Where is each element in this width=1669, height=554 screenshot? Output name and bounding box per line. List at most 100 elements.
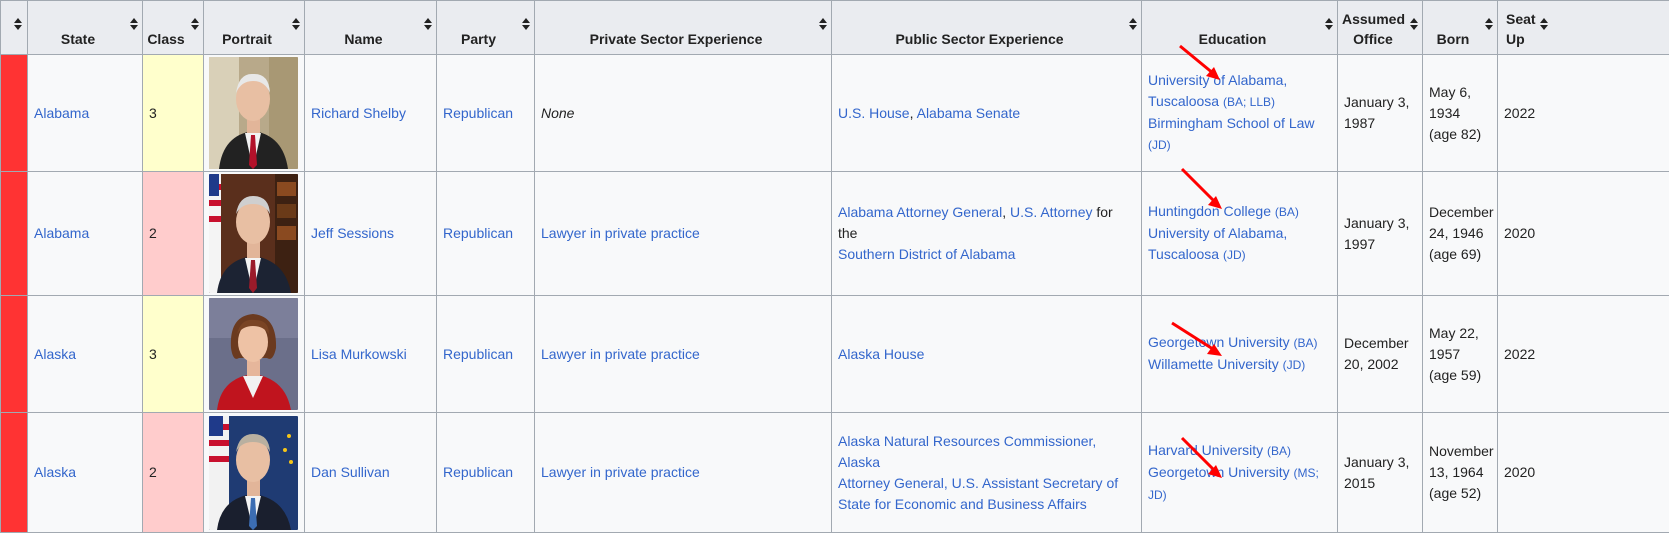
degree-link[interactable]: (JD) <box>1223 248 1246 262</box>
class-cell: 3 <box>142 295 204 413</box>
education-link[interactable]: Willamette University <box>1148 356 1279 372</box>
table-row: Alaska 3 Lisa Murkowski Republican Lawye… <box>0 295 1669 413</box>
born-cell: December 24, 1946 (age 69) <box>1422 171 1498 296</box>
sort-icon[interactable] <box>1485 18 1493 30</box>
assumed-office-text: December <box>1344 335 1409 351</box>
senator-name-link[interactable]: Dan Sullivan <box>311 464 390 480</box>
header-seat-label-1: Seat <box>1506 11 1536 27</box>
senator-name-link[interactable]: Richard Shelby <box>311 105 406 121</box>
header-education[interactable]: Education <box>1141 0 1338 55</box>
party-link[interactable]: Republican <box>443 105 513 121</box>
degree-link[interactable]: (BA) <box>1267 444 1291 458</box>
private-experience-link[interactable]: Lawyer in private practice <box>541 464 700 480</box>
degree-link[interactable]: (JD) <box>1148 138 1171 152</box>
class-cell: 3 <box>142 54 204 172</box>
header-born[interactable]: Born <box>1422 0 1498 55</box>
private-cell: Lawyer in private practice <box>534 171 832 296</box>
table-row: Alabama 2 Jeff Sessions Republican Lawye… <box>0 171 1669 296</box>
education-link[interactable]: University of Alabama, <box>1148 72 1287 88</box>
state-link[interactable]: Alabama <box>34 225 89 241</box>
header-state-label: State <box>60 31 96 47</box>
header-state[interactable]: State <box>27 0 143 55</box>
sort-icon[interactable] <box>292 18 300 30</box>
education-link[interactable]: Tuscaloosa <box>1148 93 1219 109</box>
sort-icon[interactable] <box>1540 18 1548 30</box>
born-cell: November 13, 1964 (age 52) <box>1422 412 1498 533</box>
sort-icon[interactable] <box>1129 18 1137 30</box>
education-link[interactable]: Tuscaloosa <box>1148 246 1219 262</box>
class-cell: 2 <box>142 412 204 533</box>
degree-link[interactable]: (BA) <box>1275 205 1299 219</box>
state-link[interactable]: Alaska <box>34 464 76 480</box>
public-link[interactable]: Alaska Natural Resources Commissioner, A… <box>838 433 1096 470</box>
header-class-label: Class <box>147 31 185 47</box>
education-link[interactable]: University of Alabama, <box>1148 225 1287 241</box>
born-text: November <box>1429 443 1494 459</box>
public-cell: Alaska Natural Resources Commissioner, A… <box>831 412 1142 533</box>
table-row: Alabama 3 Richard Shelby Republican None… <box>0 54 1669 172</box>
header-public[interactable]: Public Sector Experience <box>831 0 1142 55</box>
degree-link[interactable]: (BA) <box>1294 336 1318 350</box>
education-link[interactable]: Georgetown University <box>1148 464 1290 480</box>
education-link[interactable]: Georgetown University <box>1148 334 1290 350</box>
header-color[interactable] <box>0 0 28 55</box>
sort-icon[interactable] <box>1325 18 1333 30</box>
senator-name-link[interactable]: Lisa Murkowski <box>311 346 407 362</box>
public-link[interactable]: Alaska House <box>838 346 924 362</box>
state-cell: Alaska <box>27 412 143 533</box>
portrait-cell <box>203 171 305 296</box>
header-assumed-label-2: Office <box>1353 31 1393 47</box>
header-education-label: Education <box>1198 31 1267 47</box>
state-link[interactable]: Alaska <box>34 346 76 362</box>
header-party[interactable]: Party <box>436 0 535 55</box>
public-link[interactable]: Alabama Attorney General <box>838 204 1002 220</box>
public-cell: U.S. House, Alabama Senate <box>831 54 1142 172</box>
sort-icon[interactable] <box>191 18 199 30</box>
party-cell: Republican <box>436 54 535 172</box>
sort-icon[interactable] <box>14 18 22 30</box>
public-link[interactable]: Attorney General, U.S. Assistant Secreta… <box>838 475 1118 491</box>
header-seat-up[interactable]: Seat Up <box>1497 0 1669 55</box>
header-private[interactable]: Private Sector Experience <box>534 0 832 55</box>
private-experience-link[interactable]: Lawyer in private practice <box>541 346 700 362</box>
state-cell: Alabama <box>27 171 143 296</box>
portrait-cell <box>203 54 305 172</box>
sort-icon[interactable] <box>424 18 432 30</box>
portrait-lisa-murkowski[interactable] <box>209 298 298 410</box>
header-assumed-office[interactable]: Assumed Office <box>1337 0 1423 55</box>
public-link[interactable]: U.S. Attorney <box>1010 204 1092 220</box>
header-portrait[interactable]: Portrait <box>203 0 305 55</box>
education-link[interactable]: Birmingham School of Law <box>1148 115 1315 131</box>
party-link[interactable]: Republican <box>443 346 513 362</box>
education-link[interactable]: Harvard University <box>1148 442 1263 458</box>
sort-icon[interactable] <box>522 18 530 30</box>
assumed-office-text: January 3, <box>1344 214 1410 231</box>
degree-link[interactable]: (BA; LLB) <box>1223 95 1275 109</box>
party-cell: Republican <box>436 412 535 533</box>
party-link[interactable]: Republican <box>443 464 513 480</box>
degree-link[interactable]: (JD) <box>1283 358 1306 372</box>
header-name[interactable]: Name <box>304 0 437 55</box>
party-link[interactable]: Republican <box>443 225 513 241</box>
sort-icon[interactable] <box>819 18 827 30</box>
portrait-richard-shelby[interactable] <box>209 57 298 169</box>
assumed-office-text: 2015 <box>1344 474 1376 491</box>
header-party-label: Party <box>460 31 497 47</box>
public-link[interactable]: U.S. House <box>838 105 910 121</box>
sort-icon[interactable] <box>1410 18 1418 30</box>
born-text: December <box>1429 204 1494 220</box>
private-experience-link[interactable]: Lawyer in private practice <box>541 225 700 241</box>
sort-icon[interactable] <box>130 18 138 30</box>
public-link[interactable]: State for Economic and Business Affairs <box>838 496 1087 512</box>
header-class[interactable]: Class <box>142 0 204 55</box>
born-text: May 6, <box>1429 83 1472 100</box>
state-link[interactable]: Alabama <box>34 105 89 121</box>
portrait-dan-sullivan[interactable] <box>209 415 298 530</box>
senator-name-link[interactable]: Jeff Sessions <box>311 225 394 241</box>
education-link[interactable]: Huntingdon College <box>1148 203 1271 219</box>
education-cell: Georgetown University (BA) Willamette Un… <box>1141 295 1338 413</box>
private-cell: Lawyer in private practice <box>534 412 832 533</box>
portrait-jeff-sessions[interactable] <box>209 174 298 293</box>
public-link[interactable]: Southern District of Alabama <box>838 246 1015 262</box>
public-link[interactable]: Alabama Senate <box>917 105 1021 121</box>
